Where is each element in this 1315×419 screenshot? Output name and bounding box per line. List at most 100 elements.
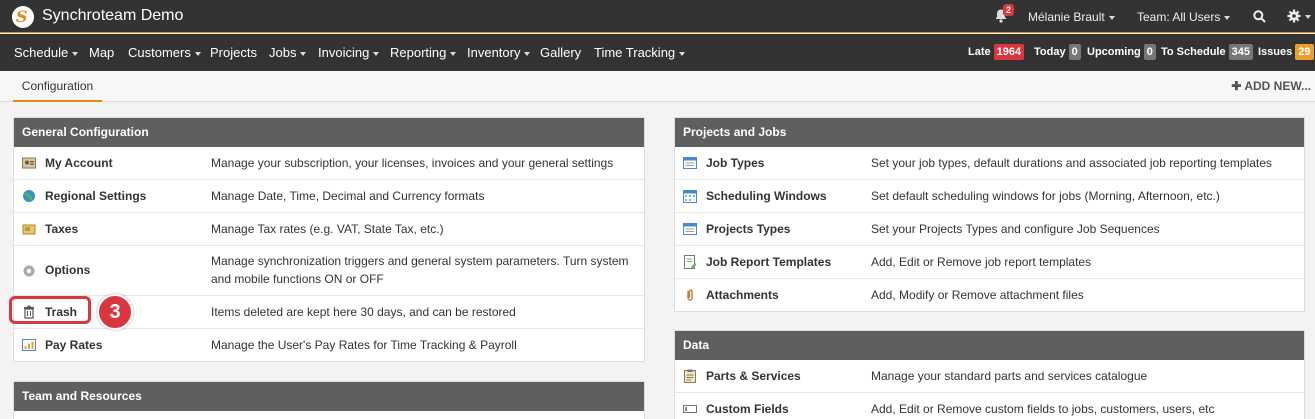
calendar-icon	[683, 190, 697, 203]
app-logo[interactable]: S	[12, 6, 34, 28]
chevron-down-icon	[300, 51, 307, 56]
app-title[interactable]: Synchroteam Demo	[42, 7, 183, 25]
menu-label: Schedule	[14, 45, 69, 60]
menu-invoicing[interactable]: Invoicing	[318, 45, 380, 60]
row-label: Pay Rates	[45, 338, 103, 352]
config-row-regional-settings[interactable]: Regional Settings Manage Date, Time, Dec…	[14, 180, 644, 213]
team-label: Team: All Users	[1137, 10, 1221, 24]
tab-configuration[interactable]: Configuration	[13, 71, 102, 102]
config-row-options[interactable]: Options Manage synchronization triggers …	[14, 246, 644, 296]
row-label: Job Report Templates	[706, 255, 832, 269]
add-new-button[interactable]: ✚ ADD NEW...	[1231, 79, 1311, 93]
row-description: Items deleted are kept here 30 days, and…	[211, 305, 516, 319]
late-badge: 1964	[993, 44, 1025, 60]
options-gear-icon	[23, 265, 35, 277]
stat-upcoming[interactable]: Upcoming 0	[1087, 44, 1156, 60]
menu-label: Inventory	[467, 45, 521, 60]
chevron-down-icon	[72, 51, 79, 56]
config-row-job-report-templates[interactable]: Job Report Templates Add, Edit or Remove…	[675, 246, 1304, 279]
row-label: Taxes	[45, 222, 79, 236]
chevron-down-icon	[450, 51, 457, 56]
stat-to-schedule[interactable]: To Schedule 345	[1161, 44, 1253, 60]
row-label: Custom Fields	[706, 402, 789, 416]
job-types-icon	[683, 157, 697, 169]
menu-label: Reporting	[390, 45, 447, 60]
menu-gallery[interactable]: Gallery	[540, 45, 581, 60]
row-description: Add, Modify or Remove attachment files	[871, 288, 1084, 302]
row-description: Set default scheduling windows for jobs …	[871, 189, 1220, 203]
row-description: Manage Tax rates (e.g. VAT, State Tax, e…	[211, 222, 444, 236]
config-row-my-account[interactable]: My Account Manage your subscription, you…	[14, 147, 644, 180]
chevron-down-icon	[524, 51, 531, 56]
top-bar: S Synchroteam Demo 2 Mélanie Brault Team…	[0, 0, 1315, 33]
menu-schedule[interactable]: Schedule	[14, 45, 79, 60]
row-description: Manage your standard parts and services …	[871, 369, 1148, 383]
panel-title: Data	[675, 331, 1304, 360]
menu-reporting[interactable]: Reporting	[390, 45, 457, 60]
user-menu[interactable]: Mélanie Brault	[1028, 10, 1115, 24]
config-row-scheduling-windows[interactable]: Scheduling Windows Set default schedulin…	[675, 180, 1304, 213]
stat-issues[interactable]: Issues 29	[1258, 44, 1314, 60]
chevron-down-icon[interactable]	[1305, 15, 1311, 19]
row-label: Scheduling Windows	[706, 189, 827, 203]
row-label: Job Types	[706, 156, 765, 170]
projects-jobs-panel: Projects and Jobs Job Types Set your job…	[674, 117, 1305, 312]
menu-label: Map	[89, 45, 115, 60]
row-description: Manage the User's Pay Rates for Time Tra…	[211, 338, 517, 352]
main-menu: Schedule Map Customers Projects Jobs Inv…	[0, 34, 1315, 71]
config-row-projects-types[interactable]: Projects Types Set your Projects Types a…	[675, 213, 1304, 246]
config-row-job-types[interactable]: Job Types Set your job types, default du…	[675, 147, 1304, 180]
notifications-badge: 2	[1003, 4, 1015, 16]
chevron-down-icon	[679, 51, 686, 56]
menu-time-tracking[interactable]: Time Tracking	[594, 45, 686, 60]
config-row-attachments[interactable]: Attachments Add, Modify or Remove attach…	[675, 279, 1304, 312]
row-description: Manage synchronization triggers and gene…	[211, 254, 629, 286]
account-icon	[22, 157, 36, 169]
config-row-parts-services[interactable]: Parts & Services Manage your standard pa…	[675, 360, 1304, 393]
stat-label: Late	[968, 46, 991, 58]
menu-label: Time Tracking	[594, 45, 676, 60]
config-row-pay-rates[interactable]: Pay Rates Manage the User's Pay Rates fo…	[14, 329, 644, 362]
today-badge: 0	[1068, 44, 1081, 60]
row-description: Set your job types, default durations an…	[871, 156, 1272, 170]
pay-rates-icon	[22, 339, 36, 351]
row-description: Manage your subscription, your licenses,…	[211, 156, 614, 170]
gear-icon[interactable]	[1287, 9, 1301, 23]
menu-map[interactable]: Map	[89, 45, 114, 60]
issues-badge: 29	[1295, 44, 1314, 60]
row-description: Set your Projects Types and configure Jo…	[871, 222, 1160, 236]
row-description: Manage Date, Time, Decimal and Currency …	[211, 189, 485, 203]
logo-letter: S	[16, 7, 28, 26]
row-label: Options	[45, 263, 91, 277]
report-template-icon	[684, 255, 697, 269]
tab-bar: Configuration ✚ ADD NEW...	[0, 71, 1315, 102]
team-selector[interactable]: Team: All Users	[1137, 10, 1231, 24]
search-icon[interactable]	[1253, 10, 1266, 23]
menu-projects[interactable]: Projects	[210, 45, 257, 60]
config-row-taxes[interactable]: Taxes Manage Tax rates (e.g. VAT, State …	[14, 213, 644, 246]
menu-inventory[interactable]: Inventory	[467, 45, 531, 60]
stat-label: Today	[1034, 46, 1066, 58]
row-description: Add, Edit or Remove custom fields to job…	[871, 402, 1215, 416]
step-number-badge: 3	[97, 294, 133, 330]
row-description: Add, Edit or Remove job report templates	[871, 255, 1092, 269]
stat-late[interactable]: Late 1964	[968, 44, 1025, 60]
row-label: Attachments	[706, 288, 779, 302]
menu-jobs[interactable]: Jobs	[269, 45, 307, 60]
globe-icon	[23, 190, 35, 202]
team-resources-panel: Team and Resources	[13, 381, 645, 419]
panel-title: Team and Resources	[14, 382, 644, 411]
menu-label: Gallery	[540, 45, 582, 60]
config-row-custom-fields[interactable]: Custom Fields Add, Edit or Remove custom…	[675, 393, 1304, 419]
menu-customers[interactable]: Customers	[128, 45, 201, 60]
stat-label: To Schedule	[1161, 46, 1226, 58]
menu-label: Customers	[128, 45, 191, 60]
chevron-down-icon	[373, 51, 380, 56]
stat-today[interactable]: Today 0	[1034, 44, 1081, 60]
chevron-down-icon	[1108, 15, 1115, 20]
chevron-down-icon	[1224, 15, 1231, 20]
taxes-icon	[22, 224, 36, 235]
menu-label: Jobs	[269, 45, 297, 60]
chevron-down-icon	[194, 51, 201, 56]
stat-label: Upcoming	[1087, 46, 1141, 58]
